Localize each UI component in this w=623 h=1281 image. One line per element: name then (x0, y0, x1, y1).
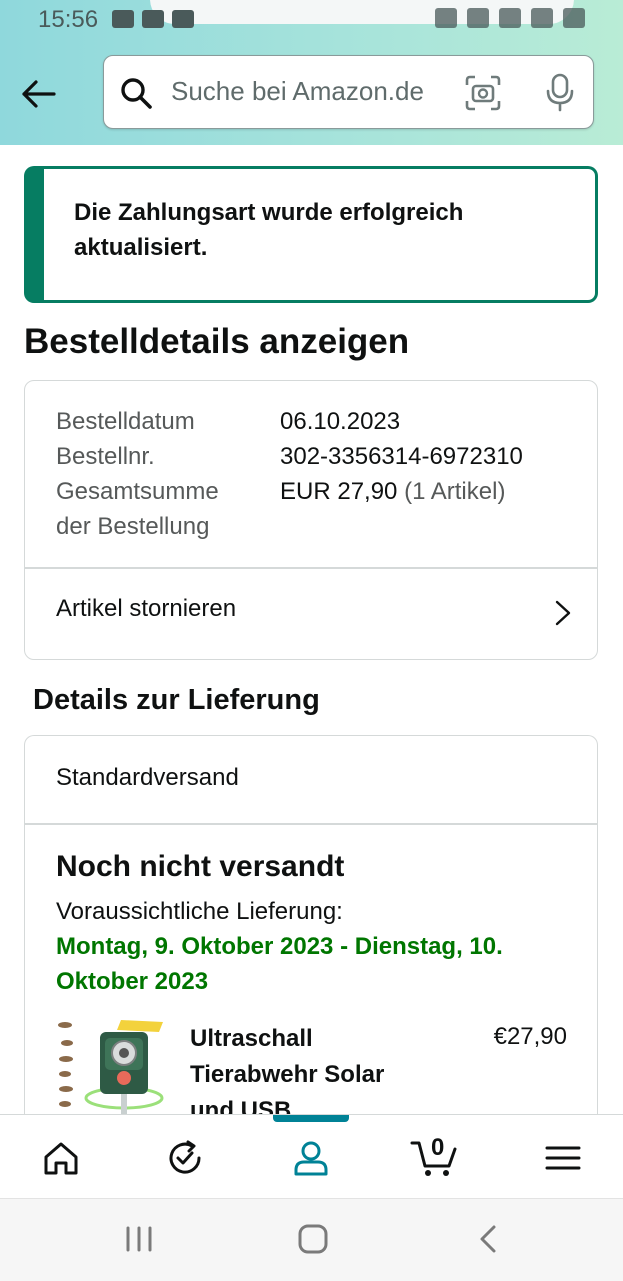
recent-apps-icon[interactable] (122, 1225, 156, 1253)
order-number-value: 302-3356314-6972310 (280, 443, 523, 470)
shipping-method: Standardversand (56, 764, 239, 791)
cart-count-badge: 0 (431, 1134, 445, 1161)
alert-message: Die Zahlungsart wurde erfolgreich aktual… (74, 199, 464, 261)
camera-scan-icon[interactable] (464, 74, 502, 112)
search-icon (121, 78, 152, 109)
nav-buy-again[interactable] (144, 1115, 224, 1199)
hamburger-menu-icon (545, 1146, 581, 1170)
refresh-check-icon (169, 1140, 201, 1174)
status-notification-icons (112, 10, 194, 28)
search-input[interactable]: Suche bei Amazon.de (171, 76, 424, 107)
status-bar: 15:56 (0, 0, 623, 36)
delivery-eta-value: Montag, 9. Oktober 2023 - Dienstag, 10. … (56, 933, 503, 995)
delivery-card: Standardversand Noch nicht versandt Vora… (24, 735, 598, 1135)
search-bar[interactable]: Suche bei Amazon.de (103, 55, 594, 129)
order-total-label-line2: der Bestellung (56, 513, 210, 540)
delivery-eta-label: Voraussichtliche Lieferung: (56, 898, 343, 925)
status-time: 15:56 (38, 6, 99, 33)
order-total-value: EUR 27,90 (1 Artikel) (280, 474, 505, 509)
page-title: Bestelldetails anzeigen (24, 322, 410, 361)
nav-account[interactable] (270, 1115, 350, 1199)
system-navigation-bar (0, 1198, 623, 1281)
user-icon (294, 1141, 328, 1176)
app-header: 15:56 Suche bei Amazon.de (0, 0, 623, 145)
shipment-status: Noch nicht versandt (56, 850, 345, 883)
home-icon (44, 1142, 78, 1175)
delivery-section-title: Details zur Lieferung (33, 684, 320, 716)
product-image[interactable] (55, 1018, 165, 1128)
success-alert: Die Zahlungsart wurde erfolgreich aktual… (24, 166, 598, 303)
cancel-items-label: Artikel stornieren (56, 595, 237, 622)
bottom-navigation: 0 (0, 1114, 623, 1199)
order-date-label: Bestelldatum (56, 408, 195, 435)
product-title[interactable]: Ultraschall Tierabwehr Solar und USB (190, 1021, 430, 1129)
order-total-amount: EUR 27,90 (280, 478, 398, 505)
order-summary-card: Bestelldatum 06.10.2023 Bestellnr. 302-3… (24, 380, 598, 660)
nav-menu[interactable] (522, 1115, 602, 1199)
arrow-left-icon (22, 80, 56, 108)
back-nav-icon[interactable] (476, 1223, 500, 1255)
home-button-icon[interactable] (297, 1223, 329, 1255)
order-date-value: 06.10.2023 (280, 408, 401, 435)
product-price: €27,90 (493, 1023, 567, 1050)
cancel-items-row[interactable]: Artikel stornieren (25, 569, 597, 659)
nav-home[interactable] (20, 1115, 100, 1199)
order-total-label-line1: Gesamtsumme (56, 478, 219, 505)
microphone-icon[interactable] (542, 72, 578, 112)
status-system-icons (435, 8, 585, 28)
order-item-count: (1 Artikel) (404, 478, 506, 505)
back-button[interactable] (18, 74, 58, 114)
order-number-label: Bestellnr. (56, 443, 155, 470)
chevron-right-icon (555, 600, 571, 626)
divider (25, 823, 597, 825)
